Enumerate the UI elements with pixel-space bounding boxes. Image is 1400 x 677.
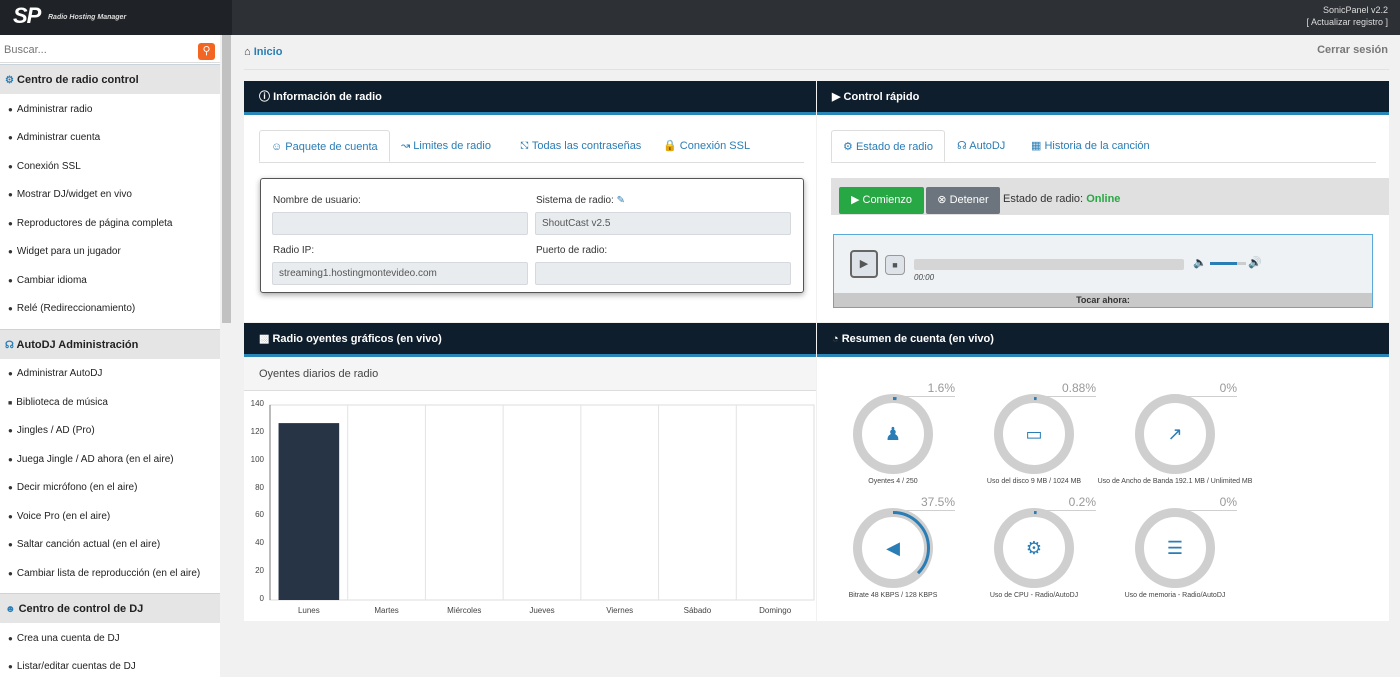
y-tick-label: 20	[255, 566, 264, 576]
x-tick-label: Lunes	[297, 606, 320, 615]
gauge-percent: 0%	[1219, 495, 1237, 509]
gauge-label: Uso de Ancho de Banda 192.1 MB / Unlimit…	[1097, 478, 1253, 485]
users-icon: ♟	[884, 424, 902, 444]
y-tick-label: 40	[255, 538, 264, 548]
y-tick-label: 80	[255, 482, 264, 492]
x-tick-label: Viernes	[606, 606, 634, 615]
hdd-icon: ▭	[1025, 424, 1043, 444]
x-tick-label: Domingo	[759, 606, 792, 615]
chart-icon: ↗	[1167, 424, 1183, 444]
gauge-percent-line	[903, 510, 955, 511]
gauge-percent: 0.2%	[1068, 495, 1096, 509]
gauge-percent: 0%	[1219, 381, 1237, 395]
gauge-percent-line	[903, 396, 955, 397]
y-tick-label: 140	[250, 399, 264, 408]
x-tick-label: Martes	[374, 606, 399, 615]
server-icon: ☰	[1166, 538, 1184, 558]
gauge-percent-line	[1044, 396, 1096, 397]
gauge-label: Uso de memoria - Radio/AutoDJ	[1124, 592, 1226, 599]
gauge-percent: 0.88%	[1061, 381, 1096, 395]
gauge-percent-line	[1185, 396, 1237, 397]
x-tick-label: Jueves	[529, 606, 555, 615]
panel-title: Resumen de cuenta (en vivo)	[841, 333, 994, 345]
cog-icon: ⚙	[1025, 538, 1043, 558]
gauge-percent-line	[1044, 510, 1096, 511]
gauge-percent: 1.6%	[927, 381, 955, 395]
y-tick-label: 100	[250, 454, 264, 464]
x-tick-label: Miércoles	[447, 606, 482, 615]
x-tick-label: Sábado	[683, 606, 712, 615]
chart-bar-lunes[interactable]	[278, 423, 340, 600]
y-tick-label: 0	[259, 594, 264, 603]
account-summary-header: ◔ Resumen de cuenta (en vivo)	[817, 323, 1389, 357]
speaker-icon: ◀	[886, 538, 900, 558]
pie-chart-icon: ◔	[832, 333, 839, 345]
gauge-percent: 37.5%	[920, 495, 955, 509]
chart-frame	[269, 404, 815, 601]
gauge-percent-line	[1185, 510, 1237, 511]
y-tick-label: 120	[250, 426, 264, 436]
y-tick-label: 60	[255, 510, 264, 520]
